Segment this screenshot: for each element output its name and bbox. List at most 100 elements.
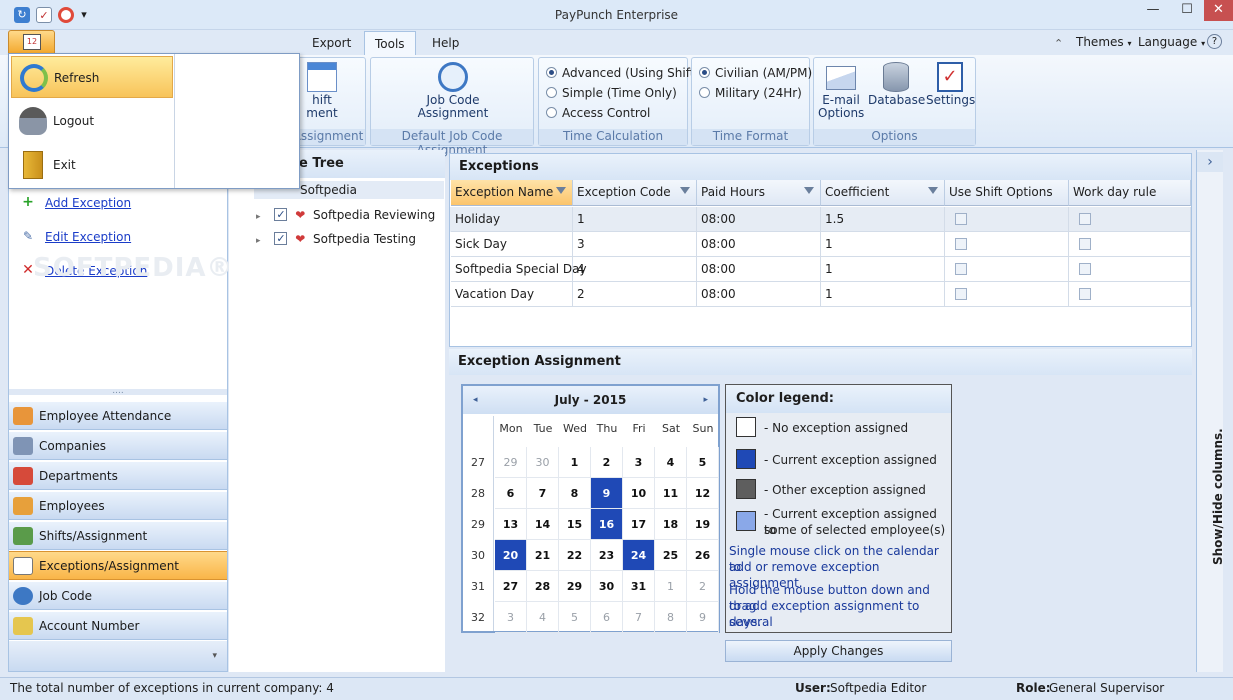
add-exception-link[interactable]: Add Exception [45, 196, 131, 210]
table-cell-work-day-rule[interactable] [1069, 207, 1191, 232]
tab-export[interactable]: Export [302, 31, 361, 56]
calendar-day[interactable]: 8 [655, 602, 687, 633]
calendar-day[interactable]: 3 [623, 447, 655, 478]
minimize-button[interactable]: — [1136, 0, 1170, 21]
table-cell-name[interactable]: Softpedia Special Day [451, 257, 587, 282]
radio-civilian[interactable]: Civilian (AM/PM) [699, 64, 812, 82]
nav-departments[interactable]: Departments [9, 461, 227, 490]
calendar-day[interactable]: 29 [559, 571, 591, 602]
col-exception-name[interactable]: Exception Name [451, 180, 573, 206]
table-cell-name[interactable]: Holiday [451, 207, 573, 232]
calendar-day[interactable]: 11 [655, 478, 687, 509]
expand-panel-icon[interactable]: › [1197, 152, 1223, 172]
checkbox[interactable] [1079, 288, 1091, 300]
calendar-day[interactable]: 5 [687, 447, 719, 478]
table-cell-name[interactable]: Vacation Day [451, 282, 573, 307]
table-cell-coef[interactable]: 1 [821, 257, 945, 282]
table-row[interactable]: Vacation Day 2 08:00 1 [450, 282, 1191, 307]
database-button[interactable]: Database [868, 62, 925, 107]
checkbox[interactable] [955, 263, 967, 275]
table-row[interactable]: Holiday 1 08:00 1.5 [450, 207, 1191, 232]
radio-simple[interactable]: Simple (Time Only) [546, 84, 677, 102]
splitter-grip[interactable]: .... [9, 387, 227, 396]
col-use-shift-options[interactable]: Use Shift Options [945, 180, 1069, 206]
tree-checkbox[interactable] [274, 206, 288, 224]
table-cell-paid[interactable]: 08:00 [697, 257, 821, 282]
calendar-day[interactable]: 15 [559, 509, 591, 540]
calendar-day[interactable]: 28 [527, 571, 559, 602]
calendar-day[interactable]: 8 [559, 478, 591, 509]
calendar-day[interactable]: 5 [559, 602, 591, 633]
language-menu[interactable]: Language ▾ [1138, 35, 1205, 49]
calendar-day[interactable]: 18 [655, 509, 687, 540]
table-cell-paid[interactable]: 08:00 [697, 282, 821, 307]
maximize-button[interactable]: ☐ [1170, 0, 1204, 21]
expander-icon[interactable]: ▸ [256, 212, 261, 222]
table-cell-code[interactable]: 2 [573, 282, 697, 307]
calendar-day[interactable]: 20 [495, 540, 527, 571]
table-cell-use-shift[interactable] [945, 207, 1069, 232]
show-hide-columns-panel[interactable]: › Show/Hide columns. [1196, 150, 1225, 672]
table-cell-code[interactable]: 4 [573, 257, 697, 282]
calendar-day[interactable]: 6 [495, 478, 527, 509]
menu-refresh[interactable]: Refresh [11, 56, 173, 98]
checkbox[interactable] [1079, 213, 1091, 225]
menu-exit[interactable]: Exit [11, 144, 173, 186]
app-menu-button[interactable]: 12 [8, 30, 55, 54]
table-cell-work-day-rule[interactable] [1069, 282, 1191, 307]
calendar-day[interactable]: 14 [527, 509, 559, 540]
col-coefficient[interactable]: Coefficient [821, 180, 945, 206]
nav-account-number[interactable]: Account Number [9, 611, 227, 640]
calendar-day[interactable]: 26 [687, 540, 719, 571]
calendar-day[interactable]: 4 [527, 602, 559, 633]
calendar-day[interactable]: 30 [591, 571, 623, 602]
table-cell-name[interactable]: Sick Day [451, 232, 573, 257]
help-icon[interactable]: ? [1207, 34, 1222, 49]
tree-item-reviewing[interactable]: ▸ ❤ Softpedia Reviewing [256, 206, 435, 226]
calendar-day[interactable]: 30 [527, 447, 559, 478]
tab-tools[interactable]: Tools [364, 31, 416, 56]
calendar-day[interactable]: 2 [591, 447, 623, 478]
calendar-day[interactable]: 1 [655, 571, 687, 602]
nav-shifts-assignment[interactable]: Shifts/Assignment [9, 521, 227, 550]
calendar-day[interactable]: 10 [623, 478, 655, 509]
settings-button[interactable]: ✓ Settings [926, 62, 975, 107]
next-month-icon[interactable]: ▸ [703, 386, 708, 414]
calendar-day[interactable]: 13 [495, 509, 527, 540]
radio-advanced[interactable]: Advanced (Using Shift) [546, 64, 699, 82]
calendar-day[interactable]: 16 [591, 509, 623, 540]
nav-companies[interactable]: Companies [9, 431, 227, 460]
table-cell-code[interactable]: 3 [573, 232, 697, 257]
col-paid-hours[interactable]: Paid Hours [697, 180, 821, 206]
table-cell-work-day-rule[interactable] [1069, 257, 1191, 282]
nav-exceptions-assignment[interactable]: Exceptions/Assignment [9, 551, 227, 580]
themes-menu[interactable]: Themes ▾ [1076, 35, 1132, 49]
calendar-day[interactable]: 9 [687, 602, 719, 633]
radio-access-control[interactable]: Access Control [546, 104, 650, 122]
filter-icon[interactable] [804, 187, 814, 194]
checkbox[interactable] [955, 238, 967, 250]
radio-military[interactable]: Military (24Hr) [699, 84, 802, 102]
calendar-day[interactable]: 1 [559, 447, 591, 478]
tree-checkbox[interactable] [274, 230, 288, 248]
checkbox[interactable] [1079, 238, 1091, 250]
table-cell-paid[interactable]: 08:00 [697, 232, 821, 257]
filter-icon[interactable] [556, 187, 566, 194]
tab-help[interactable]: Help [422, 31, 469, 56]
prev-month-icon[interactable]: ◂ [473, 386, 478, 414]
calendar-day[interactable]: 25 [655, 540, 687, 571]
email-options-button[interactable]: E-mail Options [818, 62, 864, 120]
table-cell-coef[interactable]: 1.5 [821, 207, 945, 232]
nav-employees[interactable]: Employees [9, 491, 227, 520]
checkbox[interactable] [955, 288, 967, 300]
table-row[interactable]: Sick Day 3 08:00 1 [450, 232, 1191, 257]
calendar-day[interactable]: 17 [623, 509, 655, 540]
calendar-day[interactable]: 6 [591, 602, 623, 633]
col-work-day-rule[interactable]: Work day rule [1069, 180, 1191, 206]
job-code-assignment-button[interactable]: Job Code Assignment [411, 62, 495, 120]
nav-job-code[interactable]: Job Code [9, 581, 227, 610]
calendar-day[interactable]: 7 [623, 602, 655, 633]
expander-icon[interactable]: ▸ [256, 236, 261, 246]
apply-changes-button[interactable]: Apply Changes [725, 640, 952, 662]
calendar-day[interactable]: 19 [687, 509, 719, 540]
